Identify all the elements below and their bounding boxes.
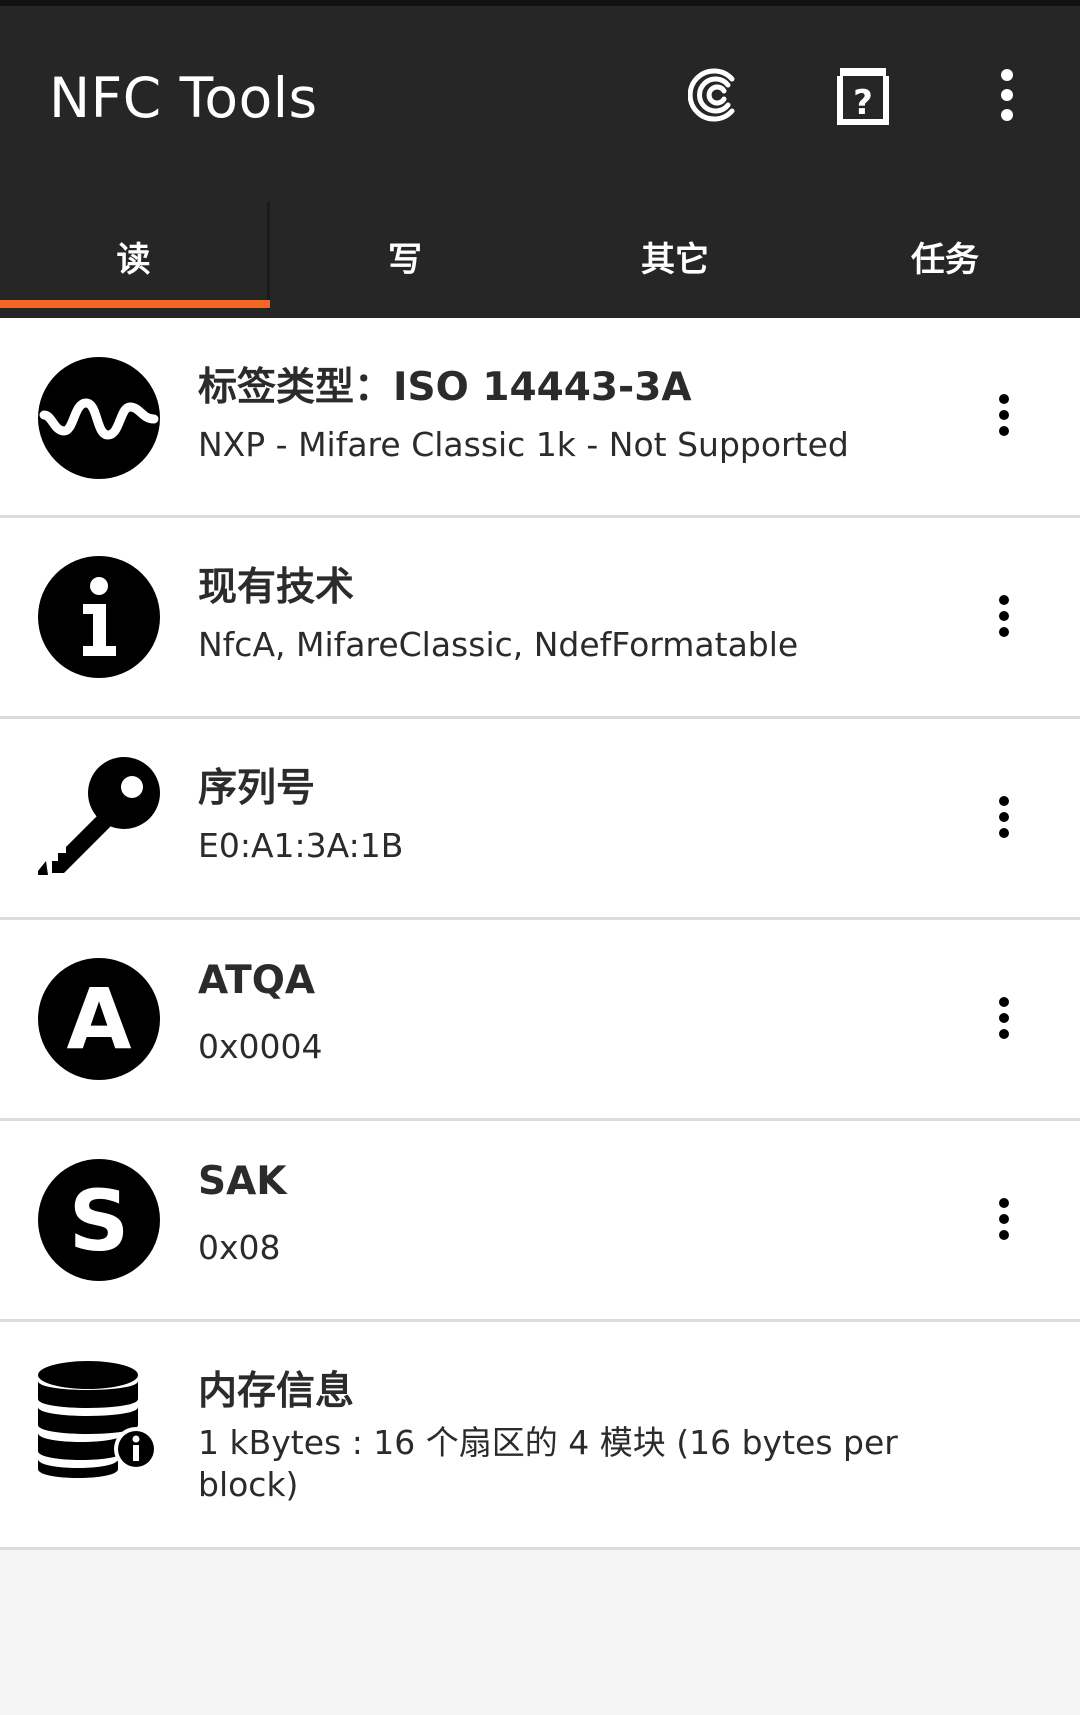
list-item-sak[interactable]: S SAK 0x08 bbox=[0, 1121, 1080, 1322]
key-icon bbox=[38, 757, 160, 875]
more-vert-icon bbox=[999, 1198, 1009, 1240]
list-item-memory-info[interactable]: 内存信息 1 kBytes : 16 个扇区的 4 模块 (16 bytes p… bbox=[0, 1322, 1080, 1550]
atqa-title: ATQA bbox=[198, 958, 316, 1003]
list-item-tag-type[interactable]: 标签类型：ISO 14443-3A NXP - Mifare Classic 1… bbox=[0, 318, 1080, 518]
tab-read-label: 读 bbox=[116, 239, 151, 280]
memory-info-value: 1 kBytes : 16 个扇区的 4 模块 (16 bytes per bl… bbox=[198, 1423, 898, 1504]
svg-text:S: S bbox=[69, 1172, 130, 1270]
list-item-technologies[interactable]: 现有技术 NfcA, MifareClassic, NdefFormatable bbox=[0, 518, 1080, 719]
tab-write[interactable]: 写 bbox=[270, 202, 540, 310]
more-vert-icon bbox=[999, 997, 1009, 1039]
list-item-atqa[interactable]: A ATQA 0x0004 bbox=[0, 920, 1080, 1121]
waveform-icon bbox=[38, 357, 160, 479]
sak-title: SAK bbox=[198, 1159, 287, 1204]
technologies-value: NfcA, MifareClassic, NdefFormatable bbox=[198, 625, 799, 664]
letter-s-icon: S bbox=[38, 1159, 160, 1281]
tag-type-more-button[interactable] bbox=[986, 385, 1022, 445]
tag-type-value: NXP - Mifare Classic 1k - Not Supported bbox=[198, 425, 849, 464]
info-icon bbox=[38, 556, 160, 678]
more-vert-icon bbox=[999, 796, 1009, 838]
more-vert-icon bbox=[999, 595, 1009, 637]
more-vert-icon bbox=[999, 394, 1009, 436]
serial-number-more-button[interactable] bbox=[986, 787, 1022, 847]
tab-read[interactable]: 读 bbox=[0, 202, 270, 310]
tab-other-label: 其它 bbox=[641, 239, 709, 280]
tab-other[interactable]: 其它 bbox=[540, 202, 810, 310]
app-screen: NFC Tools ? 读 写 其它 任务 标签类型：ISO 14443-3A … bbox=[0, 0, 1080, 1715]
sak-value: 0x08 bbox=[198, 1228, 281, 1267]
serial-number-value: E0:A1:3A:1B bbox=[198, 826, 404, 865]
credits-icon bbox=[688, 68, 735, 122]
svg-text:A: A bbox=[66, 970, 131, 1068]
tab-tasks-label: 任务 bbox=[911, 239, 979, 280]
tab-selected-indicator bbox=[0, 300, 270, 308]
memory-info-title: 内存信息 bbox=[198, 1369, 355, 1414]
more-vert-icon bbox=[1001, 69, 1013, 121]
database-info-icon bbox=[38, 1361, 158, 1478]
atqa-more-button[interactable] bbox=[986, 988, 1022, 1048]
tag-info-list: 标签类型：ISO 14443-3A NXP - Mifare Classic 1… bbox=[0, 318, 1080, 1550]
technologies-title: 现有技术 bbox=[198, 565, 355, 610]
tab-tasks[interactable]: 任务 bbox=[810, 202, 1080, 310]
credits-button[interactable] bbox=[681, 60, 751, 130]
sak-more-button[interactable] bbox=[986, 1189, 1022, 1249]
tab-write-label: 写 bbox=[388, 239, 422, 280]
serial-number-title: 序列号 bbox=[198, 766, 316, 811]
help-button[interactable]: ? bbox=[828, 60, 898, 130]
list-item-serial-number[interactable]: 序列号 E0:A1:3A:1B bbox=[0, 719, 1080, 920]
app-title: NFC Tools bbox=[49, 66, 318, 130]
letter-a-icon: A bbox=[38, 958, 160, 1080]
tag-type-title: 标签类型：ISO 14443-3A bbox=[198, 365, 692, 410]
help-icon: ? bbox=[837, 68, 889, 125]
overflow-menu-button[interactable] bbox=[972, 60, 1042, 130]
svg-text:?: ? bbox=[853, 83, 873, 123]
app-bar: NFC Tools ? 读 写 其它 任务 bbox=[0, 6, 1080, 318]
technologies-more-button[interactable] bbox=[986, 586, 1022, 646]
tab-bar: 读 写 其它 任务 bbox=[0, 202, 1080, 310]
atqa-value: 0x0004 bbox=[198, 1027, 323, 1066]
